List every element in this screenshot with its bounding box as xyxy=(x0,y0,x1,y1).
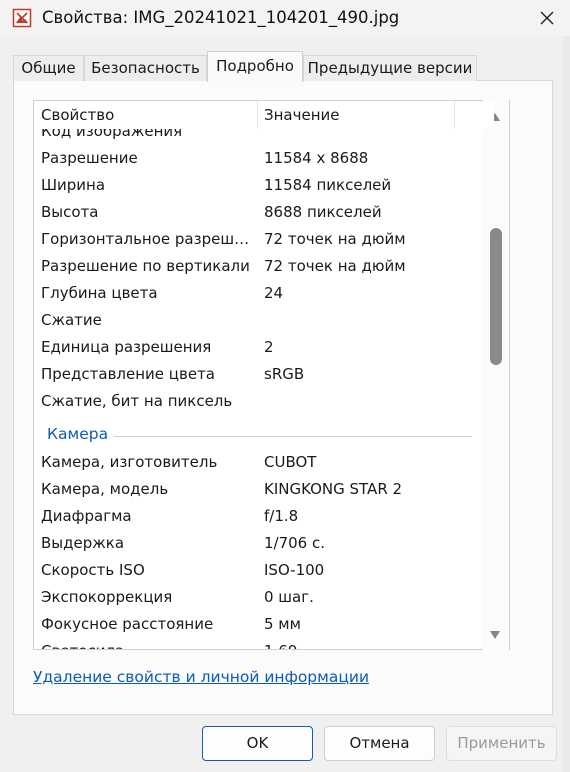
table-row[interactable]: Разрешение по вертикали 72 точек на дюйм xyxy=(34,253,494,280)
property-value: 24 xyxy=(264,284,284,302)
property-name: Горизонтальное разреше... xyxy=(41,230,253,248)
property-value: 11584 x 8688 xyxy=(264,149,369,167)
tab-previous-versions[interactable]: Предыдущие версии xyxy=(303,55,477,81)
property-name: Высота xyxy=(41,203,99,221)
table-row[interactable]: Диафрагма f/1.8 xyxy=(34,503,494,530)
title-bar: Свойства: IMG_20241021_104201_490.jpg xyxy=(0,0,570,36)
background-window-edge xyxy=(563,36,570,772)
tab-general[interactable]: Общие xyxy=(13,55,84,81)
property-name: Единица разрешения xyxy=(41,338,212,356)
cancel-button[interactable]: Отмена xyxy=(324,726,435,761)
property-name: Глубина цвета xyxy=(41,284,158,302)
property-value: f/1.8 xyxy=(264,507,299,525)
vertical-scrollbar[interactable] xyxy=(483,100,509,650)
table-row[interactable]: Ширина 11584 пикселей xyxy=(34,172,494,199)
property-value: KINGKONG STAR 2 xyxy=(264,480,403,498)
table-row[interactable]: Камера, изготовитель CUBOT xyxy=(34,449,494,476)
property-value: 5 мм xyxy=(264,615,301,633)
property-value: 72 точек на дюйм xyxy=(264,257,406,275)
property-value: 1/706 с. xyxy=(264,534,326,552)
scrollbar-thumb[interactable] xyxy=(490,228,502,365)
table-row[interactable]: Глубина цвета 24 xyxy=(34,280,494,307)
property-value: 11584 пикселей xyxy=(264,176,392,194)
table-row[interactable]: Экспокоррекция 0 шаг. xyxy=(34,584,494,611)
close-icon xyxy=(540,11,554,25)
property-name: Разрешение xyxy=(41,149,138,167)
scroll-down-arrow-icon[interactable] xyxy=(490,631,500,639)
property-value: 2 xyxy=(264,338,274,356)
property-value: 0 шаг. xyxy=(264,588,314,606)
property-name: Сжатие xyxy=(41,311,102,329)
property-name: Камера, модель xyxy=(41,480,169,498)
section-header-camera: Камера xyxy=(34,415,494,449)
property-value: sRGB xyxy=(264,365,305,383)
tab-details[interactable]: Подробно xyxy=(207,51,303,82)
close-button[interactable] xyxy=(524,0,570,36)
property-name: Выдержка xyxy=(41,534,125,552)
tab-strip: Общие Безопасность Подробно Предыдущие в… xyxy=(13,51,558,82)
ok-button[interactable]: OK xyxy=(202,726,313,761)
tab-security[interactable]: Безопасность xyxy=(84,55,207,81)
property-name: Разрешение по вертикали xyxy=(41,257,250,275)
property-name: Диафрагма xyxy=(41,507,132,525)
property-name: Фокусное расстояние xyxy=(41,615,214,633)
property-name: Скорость ISO xyxy=(41,561,145,579)
table-row[interactable]: Высота 8688 пикселей xyxy=(34,199,494,226)
image-file-icon xyxy=(12,8,32,28)
column-divider[interactable] xyxy=(454,101,455,129)
table-row[interactable]: Сжатие, бит на пиксель xyxy=(34,388,494,415)
table-row[interactable]: Горизонтальное разреше... 72 точек на дю… xyxy=(34,226,494,253)
table-row[interactable]: Фокусное расстояние 5 мм xyxy=(34,611,494,638)
section-label: Камера xyxy=(47,425,109,443)
column-header-property[interactable]: Свойство xyxy=(41,106,114,124)
table-row[interactable]: Единица разрешения 2 xyxy=(34,334,494,361)
property-value: 1.69 xyxy=(264,642,297,649)
table-row[interactable]: Камера, модель KINGKONG STAR 2 xyxy=(34,476,494,503)
window-title: Свойства: IMG_20241021_104201_490.jpg xyxy=(42,8,400,27)
apply-button[interactable]: Применить xyxy=(446,726,557,761)
column-header-value[interactable]: Значение xyxy=(264,106,340,124)
property-name: Ширина xyxy=(41,176,106,194)
property-value: 8688 пикселей xyxy=(264,203,382,221)
property-name: Представление цвета xyxy=(41,365,215,383)
property-name: Камера, изготовитель xyxy=(41,453,218,471)
property-name: Сжатие, бит на пиксель xyxy=(41,392,233,410)
table-row[interactable]: Светосила 1.69 xyxy=(34,638,494,649)
property-value: CUBOT xyxy=(264,453,317,471)
table-row[interactable]: Выдержка 1/706 с. xyxy=(34,530,494,557)
table-row[interactable]: Скорость ISO ISO-100 xyxy=(34,557,494,584)
property-value: ISO-100 xyxy=(264,561,325,579)
list-header: Свойство Значение xyxy=(34,101,494,129)
property-value: 72 точек на дюйм xyxy=(264,230,406,248)
table-row[interactable]: Представление цвета sRGB xyxy=(34,361,494,388)
properties-list[interactable]: Код изображения Разрешение 11584 x 8688 … xyxy=(33,100,510,650)
properties-rows: Код изображения Разрешение 11584 x 8688 … xyxy=(34,118,494,649)
table-row[interactable]: Разрешение 11584 x 8688 xyxy=(34,145,494,172)
property-name: Экспокоррекция xyxy=(41,588,173,606)
table-row[interactable]: Сжатие xyxy=(34,307,494,334)
property-name: Светосила xyxy=(41,642,253,649)
remove-properties-link[interactable]: Удаление свойств и личной информации xyxy=(33,668,369,686)
column-divider[interactable] xyxy=(257,101,258,129)
section-divider xyxy=(114,436,472,437)
